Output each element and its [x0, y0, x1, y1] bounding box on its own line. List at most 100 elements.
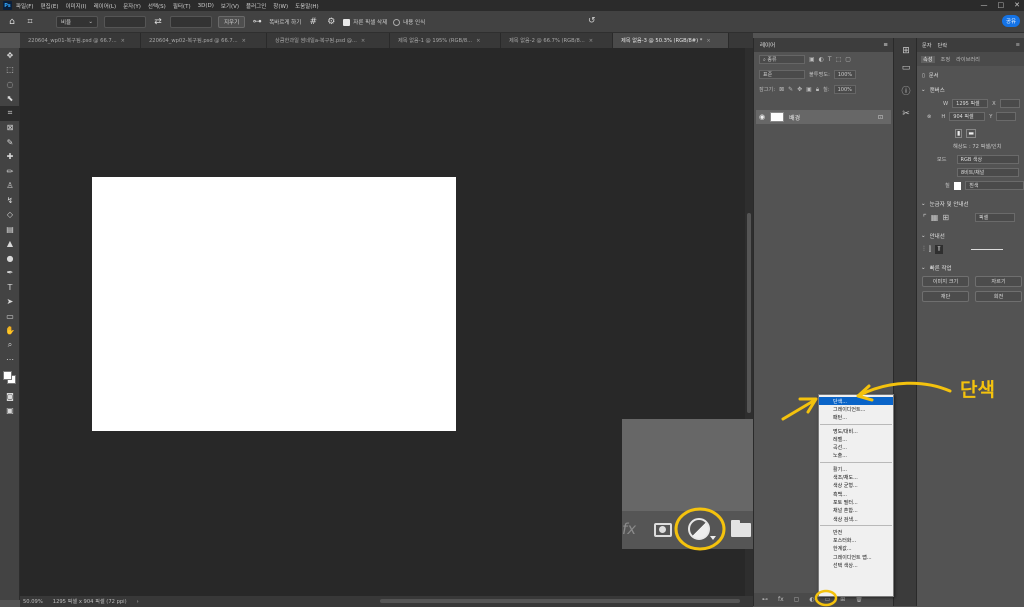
- menu-item-brightness-contrast[interactable]: 명도/대비...: [819, 427, 893, 435]
- close-icon[interactable]: ×: [476, 38, 480, 44]
- blur-tool-icon[interactable]: ▲: [0, 237, 20, 252]
- menu-help[interactable]: 도움말(H): [295, 2, 319, 10]
- settings-gear-icon[interactable]: ⚙: [325, 17, 337, 27]
- close-icon[interactable]: ×: [121, 38, 125, 44]
- ruler-icon[interactable]: ⌜: [923, 213, 927, 222]
- fx-icon[interactable]: fx: [778, 596, 784, 603]
- menu-item-color-lookup[interactable]: 색상 검색...: [819, 515, 893, 523]
- tab-adjustments[interactable]: 조정: [941, 56, 951, 63]
- ratio-select[interactable]: 비율 ⌄: [56, 15, 98, 28]
- shape-filter-icon[interactable]: ⬚: [836, 56, 842, 63]
- dodge-tool-icon[interactable]: ●: [0, 251, 20, 266]
- brush-settings-icon[interactable]: ✂: [894, 105, 918, 122]
- opacity-field[interactable]: 100%: [833, 70, 856, 79]
- adjust-filter-icon[interactable]: ◐: [819, 56, 824, 63]
- close-icon[interactable]: ×: [242, 38, 246, 44]
- document-canvas[interactable]: [92, 177, 456, 431]
- crop-button[interactable]: 자르기: [975, 276, 1022, 287]
- menu-item-black-white[interactable]: 흑백...: [819, 490, 893, 498]
- menu-plugins[interactable]: 플러그인: [246, 2, 266, 10]
- move-tool-icon[interactable]: ✥: [0, 48, 20, 63]
- guides-grid-icon[interactable]: ⊞: [942, 213, 949, 222]
- panel-menu-icon[interactable]: ≡: [1016, 42, 1020, 48]
- canvas-section-header[interactable]: ⌄ 캔버스: [917, 82, 1024, 97]
- tab-libraries[interactable]: 라이브러리: [956, 56, 980, 63]
- ruler-unit-select[interactable]: 픽셀: [975, 213, 1016, 222]
- doc-tab-5[interactable]: 제목 없음-2 @ 66.7% (RGB/8... ×: [501, 33, 613, 48]
- gradient-tool-icon[interactable]: ▤: [0, 222, 20, 237]
- doc-tab-2[interactable]: 220604_wp02-복구됨.psd @ 66.7... ×: [141, 33, 267, 48]
- document-info[interactable]: 1295 픽셀 x 904 픽셀 (72 ppi): [53, 598, 127, 605]
- pixel-filter-icon[interactable]: ▣: [809, 56, 815, 63]
- maximize-button[interactable]: □: [998, 1, 1005, 9]
- quick-select-tool-icon[interactable]: ⬉: [0, 92, 20, 107]
- guide-line-style[interactable]: [970, 249, 1003, 250]
- tab-properties[interactable]: 속성: [921, 55, 935, 63]
- more-tools-icon[interactable]: ⋯: [0, 353, 20, 368]
- portrait-icon[interactable]: ▮: [955, 129, 963, 138]
- y-field[interactable]: [996, 112, 1017, 121]
- menu-filter[interactable]: 필터(T): [173, 2, 191, 10]
- guides-section-header[interactable]: ⌄ 안내선: [917, 228, 1024, 243]
- comments-icon[interactable]: ▭: [894, 59, 918, 76]
- lock-all-icon[interactable]: 🔒︎: [816, 86, 819, 94]
- fill-swatch[interactable]: [953, 181, 962, 190]
- menu-item-curves[interactable]: 곡선...: [819, 443, 893, 451]
- menu-view[interactable]: 보기(V): [221, 2, 239, 10]
- menu-item-vibrance[interactable]: 활기...: [819, 465, 893, 473]
- type-filter-icon[interactable]: T: [828, 56, 832, 63]
- swap-icon[interactable]: ⇄: [152, 17, 164, 27]
- close-icon[interactable]: ×: [706, 38, 710, 44]
- menu-item-selective-color[interactable]: 선택 색상...: [819, 561, 893, 569]
- width-field[interactable]: 1295 픽셀: [952, 99, 989, 108]
- doc-tab-6-active[interactable]: 제목 없음-3 @ 50.3% (RGB/8#) * ×: [613, 33, 729, 48]
- layer-row-background[interactable]: ◉ 배경 ⊡: [756, 110, 891, 124]
- eye-icon[interactable]: ◉: [759, 113, 765, 121]
- trim-button[interactable]: 재단: [922, 291, 969, 302]
- reset-icon[interactable]: ↺: [588, 16, 596, 26]
- straighten-icon[interactable]: ⊶: [251, 17, 263, 27]
- add-mask-icon[interactable]: ▢: [794, 596, 800, 603]
- chevron-right-icon[interactable]: ›: [137, 599, 139, 605]
- home-icon[interactable]: ⌂: [6, 17, 18, 27]
- stamp-tool-icon[interactable]: ♙: [0, 179, 20, 194]
- share-button[interactable]: 공유: [1002, 15, 1020, 27]
- history-brush-tool-icon[interactable]: ↯: [0, 193, 20, 208]
- menu-type[interactable]: 문자(Y): [123, 2, 141, 10]
- menu-item-exposure[interactable]: 노출...: [819, 452, 893, 460]
- smart-filter-icon[interactable]: ▢: [845, 56, 851, 63]
- hand-tool-icon[interactable]: ✋: [0, 324, 20, 339]
- guide-distribute-icon[interactable]: ⫶: [923, 245, 925, 254]
- content-aware-checkbox[interactable]: 내용 인식: [393, 18, 425, 26]
- link-layers-icon[interactable]: ⊷: [762, 596, 768, 603]
- lasso-tool-icon[interactable]: ◌: [0, 77, 20, 92]
- mode-select[interactable]: RGB 색상: [956, 155, 1019, 164]
- screen-mode-icon[interactable]: ▣: [0, 404, 20, 419]
- path-select-tool-icon[interactable]: ➤: [0, 295, 20, 310]
- delete-layer-icon[interactable]: 🗑︎: [855, 596, 863, 603]
- image-size-button[interactable]: 이미지 크기: [922, 276, 969, 287]
- lock-artboard-icon[interactable]: ▣: [806, 86, 812, 93]
- rotate-button[interactable]: 회전: [975, 291, 1022, 302]
- marquee-tool-icon[interactable]: ⬚: [0, 63, 20, 78]
- menu-item-posterize[interactable]: 포스터화...: [819, 536, 893, 544]
- info-icon[interactable]: ⓘ: [894, 82, 918, 99]
- eraser-tool-icon[interactable]: ◇: [0, 208, 20, 223]
- layer-name[interactable]: 배경: [789, 113, 800, 122]
- quick-mask-icon[interactable]: ◙: [0, 389, 20, 404]
- horizontal-scroll-thumb[interactable]: [380, 599, 740, 603]
- layers-panel-title[interactable]: 레이어: [760, 41, 775, 49]
- new-layer-button-icon[interactable]: ⊞: [840, 596, 845, 603]
- type-tool-icon[interactable]: T: [0, 280, 20, 295]
- menu-item-threshold[interactable]: 한계값...: [819, 545, 893, 553]
- menu-item-solid-color[interactable]: 단색...: [819, 397, 893, 406]
- crop-width-field[interactable]: [104, 15, 146, 28]
- fill-field[interactable]: 100%: [833, 85, 856, 94]
- brush-tool-icon[interactable]: ✏: [0, 164, 20, 179]
- rulers-section-header[interactable]: ⌄ 눈금자 및 안내선: [917, 196, 1024, 211]
- landscape-icon[interactable]: ▬: [966, 129, 976, 138]
- rectangle-tool-icon[interactable]: ▭: [0, 309, 20, 324]
- menu-image[interactable]: 이미지(I): [65, 2, 86, 10]
- crop-tool-icon[interactable]: ⌗: [24, 17, 36, 27]
- eyedropper-tool-icon[interactable]: ✎: [0, 135, 20, 150]
